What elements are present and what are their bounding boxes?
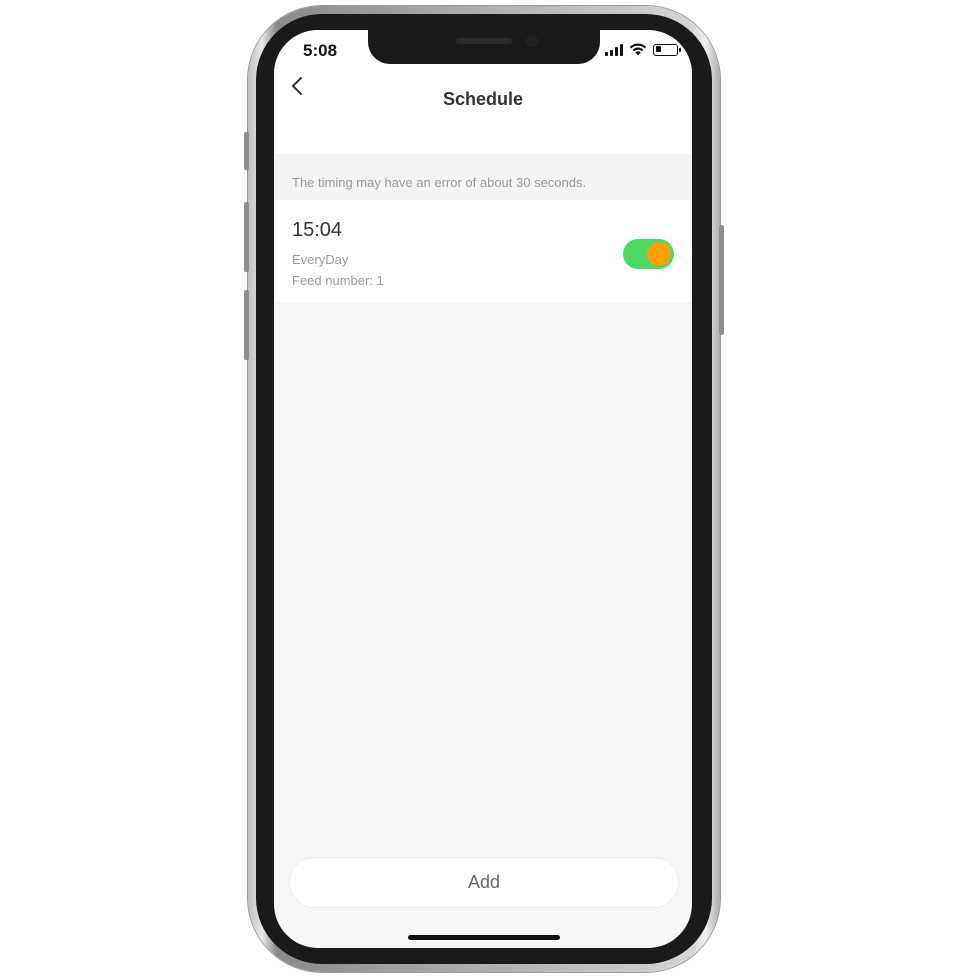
notch (368, 30, 600, 64)
schedule-item[interactable]: 15:04 EveryDay Feed number: 1 (274, 200, 692, 302)
battery-icon (653, 43, 681, 56)
schedule-toggle[interactable] (623, 239, 674, 269)
schedule-feed-number: Feed number: 1 (292, 273, 384, 288)
volume-down-button (244, 290, 249, 360)
speaker-grille (456, 38, 512, 44)
schedule-time: 15:04 (292, 219, 343, 241)
power-button (719, 225, 724, 335)
timing-notice: The timing may have an error of about 30… (274, 154, 692, 200)
home-indicator[interactable] (408, 935, 560, 940)
signal-icon (605, 43, 623, 56)
wifi-icon (629, 43, 647, 56)
schedule-repeat: EveryDay (292, 252, 349, 267)
phone-screen: 5:08 Schedule The timing may have an err… (274, 30, 692, 948)
timing-notice-text: The timing may have an error of about 30… (292, 175, 587, 190)
add-button[interactable]: Add (289, 857, 679, 908)
toggle-knob (647, 242, 671, 266)
volume-up-button (244, 202, 249, 272)
front-camera (526, 35, 538, 47)
page-title: Schedule (442, 89, 524, 109)
mute-switch (244, 132, 249, 170)
status-time: 5:08 (303, 41, 338, 60)
nav-header (274, 70, 692, 154)
status-icons (605, 43, 681, 56)
